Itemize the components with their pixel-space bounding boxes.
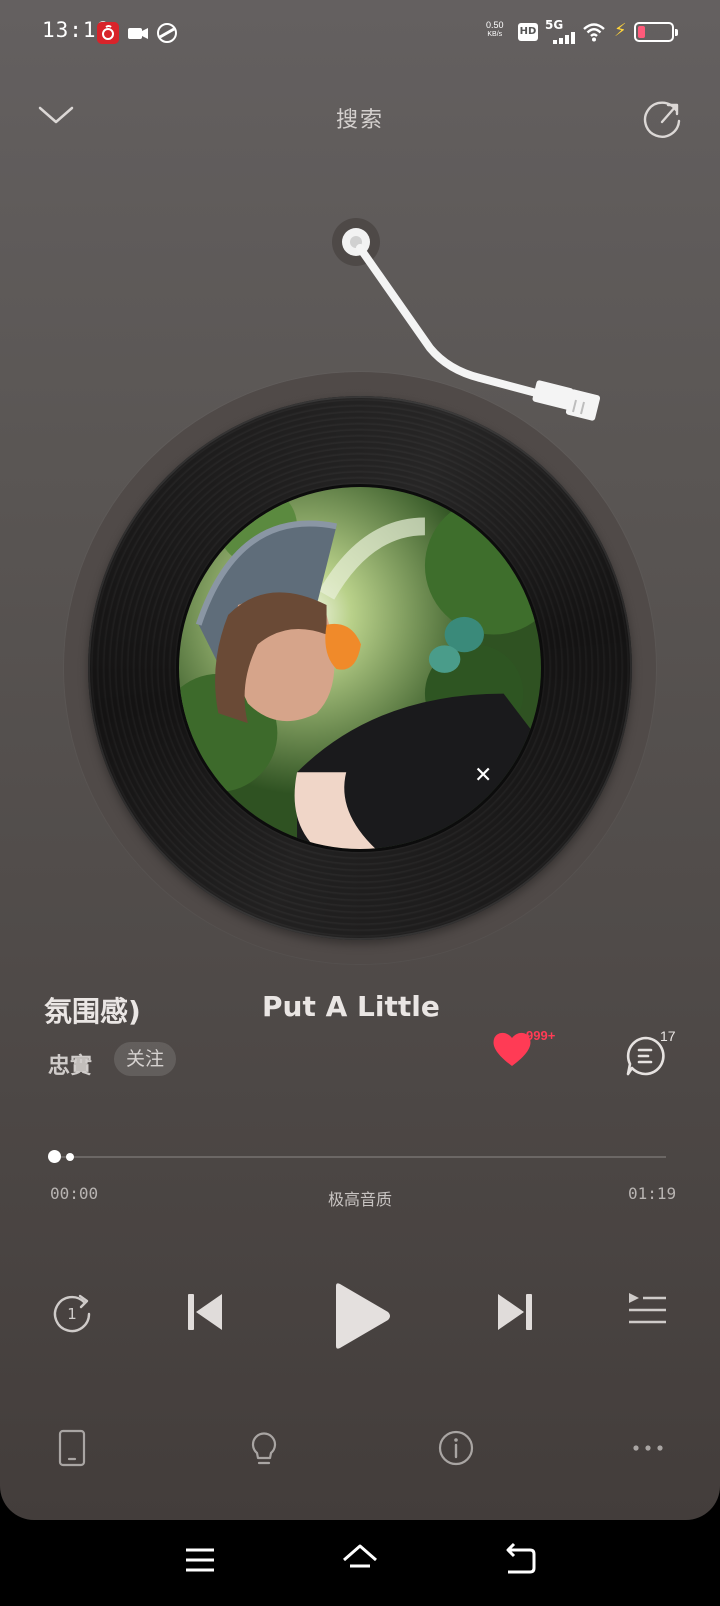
more-button[interactable]: [628, 1428, 668, 1468]
svg-text:✕: ✕: [474, 763, 492, 788]
network-type: 5G: [545, 18, 564, 32]
lightbulb-icon: [251, 1432, 277, 1465]
repeat-one-badge: 1: [67, 1305, 77, 1323]
netease-music-icon: [97, 22, 119, 44]
network-speed-unit: KB/s: [487, 31, 503, 38]
tips-button[interactable]: [244, 1428, 284, 1468]
hd-badge: HD: [518, 23, 538, 41]
progress-buffer-dot: [66, 1153, 74, 1161]
progress-bar[interactable]: [48, 1150, 666, 1164]
status-bar: 13:18 0.50 KB/s HD 5G ⚡: [0, 0, 720, 66]
repeat-one-icon: 1: [53, 1294, 91, 1333]
repeat-one-button[interactable]: 1: [50, 1290, 94, 1334]
player-screen: 13:18 0.50 KB/s HD 5G ⚡ 搜索 ✕ 氛围感) Put A …: [0, 0, 720, 1520]
share-icon: [643, 101, 681, 138]
previous-button[interactable]: [186, 1290, 226, 1334]
battery-icon: [634, 22, 678, 42]
playlist-button[interactable]: [626, 1290, 668, 1330]
follow-button[interactable]: 关注: [114, 1042, 177, 1076]
home-button[interactable]: [340, 1540, 380, 1580]
skip-next-icon: [498, 1294, 532, 1330]
song-title-scroll-part-2: Put A Little: [262, 990, 440, 1023]
audio-quality[interactable]: 极高音质: [0, 1186, 720, 1210]
artist-name[interactable]: 忠實: [48, 1048, 92, 1080]
song-title[interactable]: 氛围感) Put A Little: [44, 990, 474, 1030]
progress-track: [52, 1156, 666, 1158]
song-title-scroll-part-1: 氛围感): [44, 995, 141, 1028]
video-camera-icon: [127, 22, 149, 44]
charging-icon: ⚡: [614, 20, 627, 41]
song-info-button[interactable]: [436, 1428, 476, 1468]
wifi-icon: [582, 22, 606, 42]
recent-apps-button[interactable]: [180, 1540, 220, 1580]
more-horizontal-icon: [633, 1445, 663, 1451]
moon-app-icon: [156, 22, 178, 44]
device-button[interactable]: [52, 1428, 92, 1468]
tonearm: [332, 218, 601, 421]
battery-level: [638, 26, 645, 38]
network-speed: 0.50 KB/s: [486, 20, 504, 40]
menu-icon: [186, 1548, 214, 1572]
song-info: 氛围感) Put A Little 忠實 关注: [44, 982, 474, 1092]
phone-device-icon: [58, 1429, 86, 1467]
home-icon: [343, 1544, 377, 1568]
playlist-icon: [629, 1293, 666, 1324]
share-button[interactable]: [640, 96, 686, 142]
vinyl-turntable[interactable]: ✕: [64, 372, 656, 964]
next-button[interactable]: [494, 1290, 534, 1334]
progress-knob[interactable]: [48, 1150, 61, 1163]
skip-previous-icon: [188, 1294, 222, 1330]
album-cover: ✕: [176, 484, 544, 852]
info-icon: [438, 1430, 474, 1466]
network-speed-value: 0.50: [486, 20, 504, 30]
like-count: 999+: [526, 1028, 556, 1043]
total-time: 01:19: [628, 1184, 677, 1203]
back-button[interactable]: [500, 1540, 540, 1580]
signal-icon: [545, 32, 575, 44]
play-button[interactable]: [330, 1280, 394, 1352]
back-icon: [506, 1542, 536, 1574]
play-icon: [336, 1283, 390, 1349]
page-title[interactable]: 搜索: [0, 102, 720, 134]
comment-count: 17: [660, 1028, 676, 1044]
